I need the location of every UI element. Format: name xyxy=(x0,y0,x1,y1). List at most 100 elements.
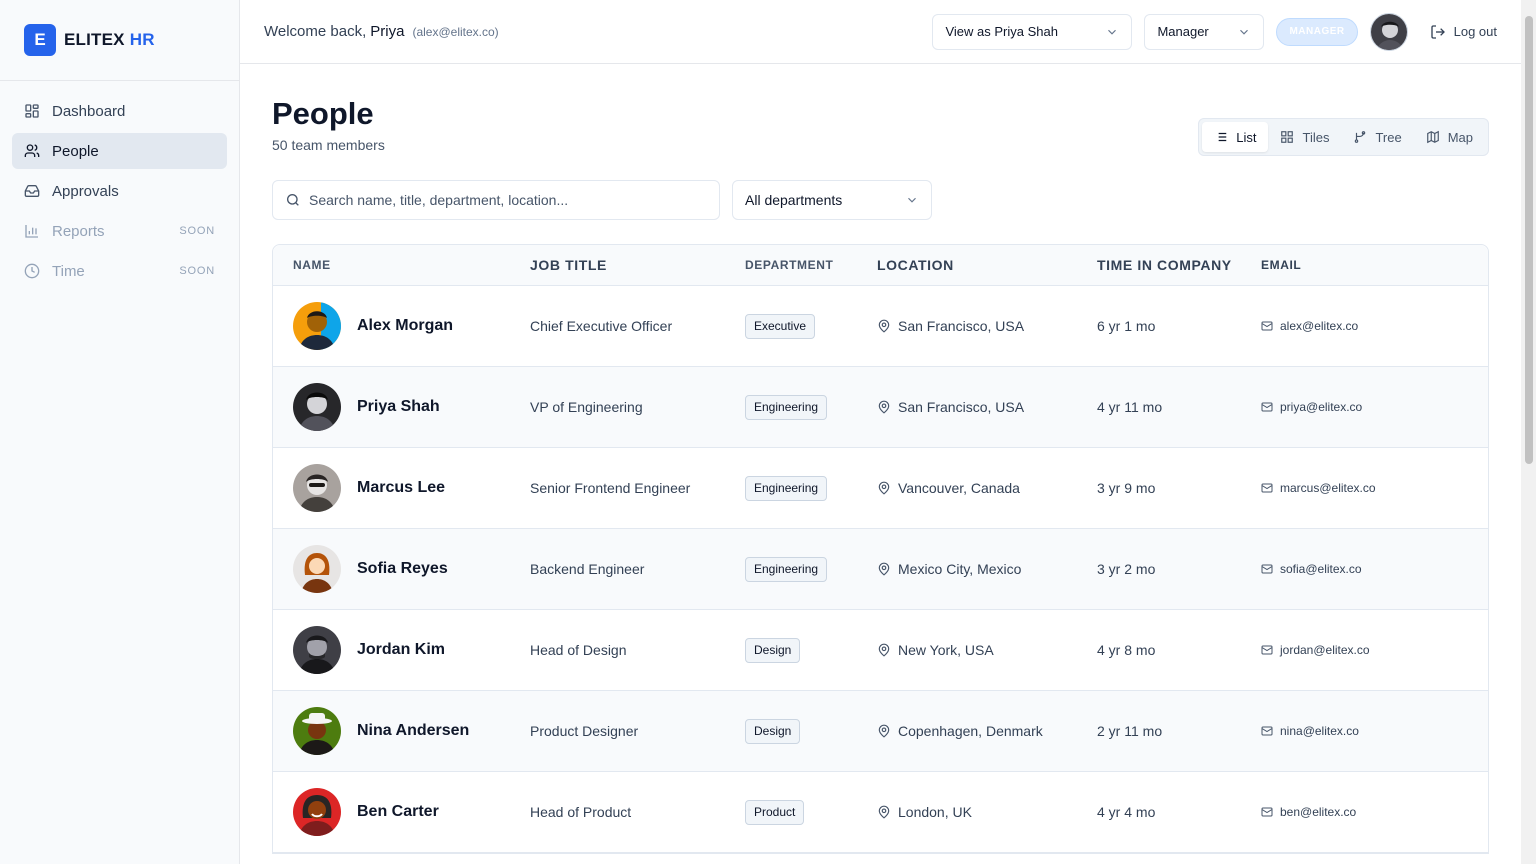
view-as-value: View as Priya Shah xyxy=(945,24,1058,39)
sidebar-item-time: Time SOON xyxy=(12,253,227,289)
view-as-select[interactable]: View as Priya Shah xyxy=(932,13,1133,50)
brand-name: ELITEX HR xyxy=(64,30,155,49)
department-badge: Engineering xyxy=(745,556,828,582)
location: Mexico City, Mexico xyxy=(877,561,1097,577)
email[interactable]: sofia@elitex.co xyxy=(1261,562,1362,576)
column-header-location[interactable]: LOCATION xyxy=(877,257,1097,273)
map-pin-icon xyxy=(878,400,890,414)
table-body: Alex Morgan Chief Executive Officer Exec… xyxy=(273,286,1488,853)
role-value: Manager xyxy=(1157,24,1209,39)
sidebar-nav: Dashboard People Approvals Reports SOON xyxy=(0,81,239,305)
search-input[interactable] xyxy=(309,192,707,208)
job-title: Senior Frontend Engineer xyxy=(530,480,691,496)
sidebar-item-reports: Reports SOON xyxy=(12,213,227,249)
email[interactable]: ben@elitex.co xyxy=(1261,805,1356,819)
column-header-job-title[interactable]: JOB TITLE xyxy=(530,257,745,273)
sidebar-item-people[interactable]: People xyxy=(12,133,227,169)
department-badge: Design xyxy=(745,718,801,744)
table-row[interactable]: Marcus Lee Senior Frontend Engineer Engi… xyxy=(273,448,1488,529)
column-header-department[interactable]: DEPARTMENT xyxy=(745,258,877,272)
logout-icon xyxy=(1430,24,1445,39)
job-title: Head of Product xyxy=(530,804,632,820)
chevron-down-icon xyxy=(1237,25,1251,39)
person-name[interactable]: Marcus Lee xyxy=(357,479,445,497)
chevron-down-icon xyxy=(1105,25,1119,39)
page-scrollbar[interactable] xyxy=(1521,0,1536,864)
avatar xyxy=(293,383,341,431)
time-in-company: 4 yr 4 mo xyxy=(1097,804,1156,820)
table-row[interactable]: Nina Andersen Product Designer Design Co… xyxy=(273,691,1488,772)
soon-badge: SOON xyxy=(179,225,215,237)
location: Copenhagen, Denmark xyxy=(877,723,1097,739)
view-map-button[interactable]: Map xyxy=(1414,122,1485,152)
column-header-email[interactable]: EMAIL xyxy=(1261,258,1301,272)
dashboard-icon xyxy=(24,103,40,119)
role-select[interactable]: Manager xyxy=(1144,13,1265,50)
map-pin-icon xyxy=(878,643,890,657)
scrollbar-thumb[interactable] xyxy=(1525,16,1533,464)
avatar xyxy=(293,545,341,593)
location: New York, USA xyxy=(877,642,1097,658)
person-name[interactable]: Ben Carter xyxy=(357,803,439,821)
mail-icon xyxy=(1261,807,1273,817)
clock-icon xyxy=(24,263,40,279)
avatar xyxy=(293,464,341,512)
department-badge: Product xyxy=(745,799,805,825)
user-avatar[interactable] xyxy=(1369,12,1408,51)
time-in-company: 4 yr 8 mo xyxy=(1097,642,1156,658)
person-name[interactable]: Jordan Kim xyxy=(357,641,445,659)
mail-icon xyxy=(1261,321,1273,331)
mail-icon xyxy=(1261,645,1273,655)
table-row[interactable]: Priya Shah VP of Engineering Engineering… xyxy=(273,367,1488,448)
person-name[interactable]: Sofia Reyes xyxy=(357,560,448,578)
page-title: People xyxy=(272,96,374,131)
sidebar-item-label: Reports xyxy=(52,222,105,240)
person-name[interactable]: Nina Andersen xyxy=(357,722,469,740)
mail-icon xyxy=(1261,402,1273,412)
logout-button[interactable]: Log out xyxy=(1430,24,1497,40)
column-header-name[interactable]: NAME xyxy=(273,258,530,272)
logout-label: Log out xyxy=(1453,24,1497,39)
job-title: VP of Engineering xyxy=(530,399,643,415)
table-row[interactable]: Sofia Reyes Backend Engineer Engineering… xyxy=(273,529,1488,610)
person-name[interactable]: Priya Shah xyxy=(357,398,440,416)
welcome-user-name: Priya xyxy=(370,23,405,40)
avatar xyxy=(293,626,341,674)
sidebar: E ELITEXHR Dashboard People Approvals R xyxy=(0,0,240,864)
department-filter-value: All departments xyxy=(745,192,843,208)
sidebar-item-dashboard[interactable]: Dashboard xyxy=(12,93,227,129)
sidebar-item-label: Time xyxy=(52,262,85,280)
welcome-user-email: (alex@elitex.co) xyxy=(412,25,499,39)
department-filter[interactable]: All departments xyxy=(732,180,932,220)
mail-icon xyxy=(1261,483,1273,493)
job-title: Product Designer xyxy=(530,723,639,739)
time-in-company: 4 yr 11 mo xyxy=(1097,399,1163,415)
table-row[interactable]: Jordan Kim Head of Design Design New Yor… xyxy=(273,610,1488,691)
search-box[interactable] xyxy=(272,180,720,220)
person-name[interactable]: Alex Morgan xyxy=(357,317,453,335)
column-header-time-in-company[interactable]: TIME IN COMPANY xyxy=(1097,257,1261,273)
grid-icon xyxy=(1281,131,1294,143)
view-list-button[interactable]: List xyxy=(1202,122,1269,152)
location: San Francisco, USA xyxy=(877,399,1097,415)
table-header: NAME JOB TITLE DEPARTMENT LOCATION TIME … xyxy=(273,245,1488,286)
people-table: NAME JOB TITLE DEPARTMENT LOCATION TIME … xyxy=(272,244,1489,854)
sidebar-item-label: Dashboard xyxy=(52,102,126,120)
table-row[interactable]: Ben Carter Head of Product Product Londo… xyxy=(273,772,1488,853)
sidebar-item-label: Approvals xyxy=(52,182,119,200)
sidebar-item-approvals[interactable]: Approvals xyxy=(12,173,227,209)
table-row[interactable]: Alex Morgan Chief Executive Officer Exec… xyxy=(273,286,1488,367)
email[interactable]: alex@elitex.co xyxy=(1261,319,1358,333)
map-pin-icon xyxy=(878,319,890,333)
email[interactable]: marcus@elitex.co xyxy=(1261,481,1376,495)
sidebar-item-label: People xyxy=(52,142,99,160)
job-title: Chief Executive Officer xyxy=(530,318,673,334)
view-tiles-button[interactable]: Tiles xyxy=(1268,122,1341,152)
brand[interactable]: E ELITEX HR xyxy=(0,0,239,81)
email[interactable]: nina@elitex.co xyxy=(1261,724,1359,738)
member-count: 50 team members xyxy=(272,137,385,153)
view-tree-button[interactable]: Tree xyxy=(1341,122,1413,152)
email[interactable]: priya@elitex.co xyxy=(1261,400,1362,414)
department-badge: Executive xyxy=(745,313,816,339)
email[interactable]: jordan@elitex.co xyxy=(1261,643,1370,657)
